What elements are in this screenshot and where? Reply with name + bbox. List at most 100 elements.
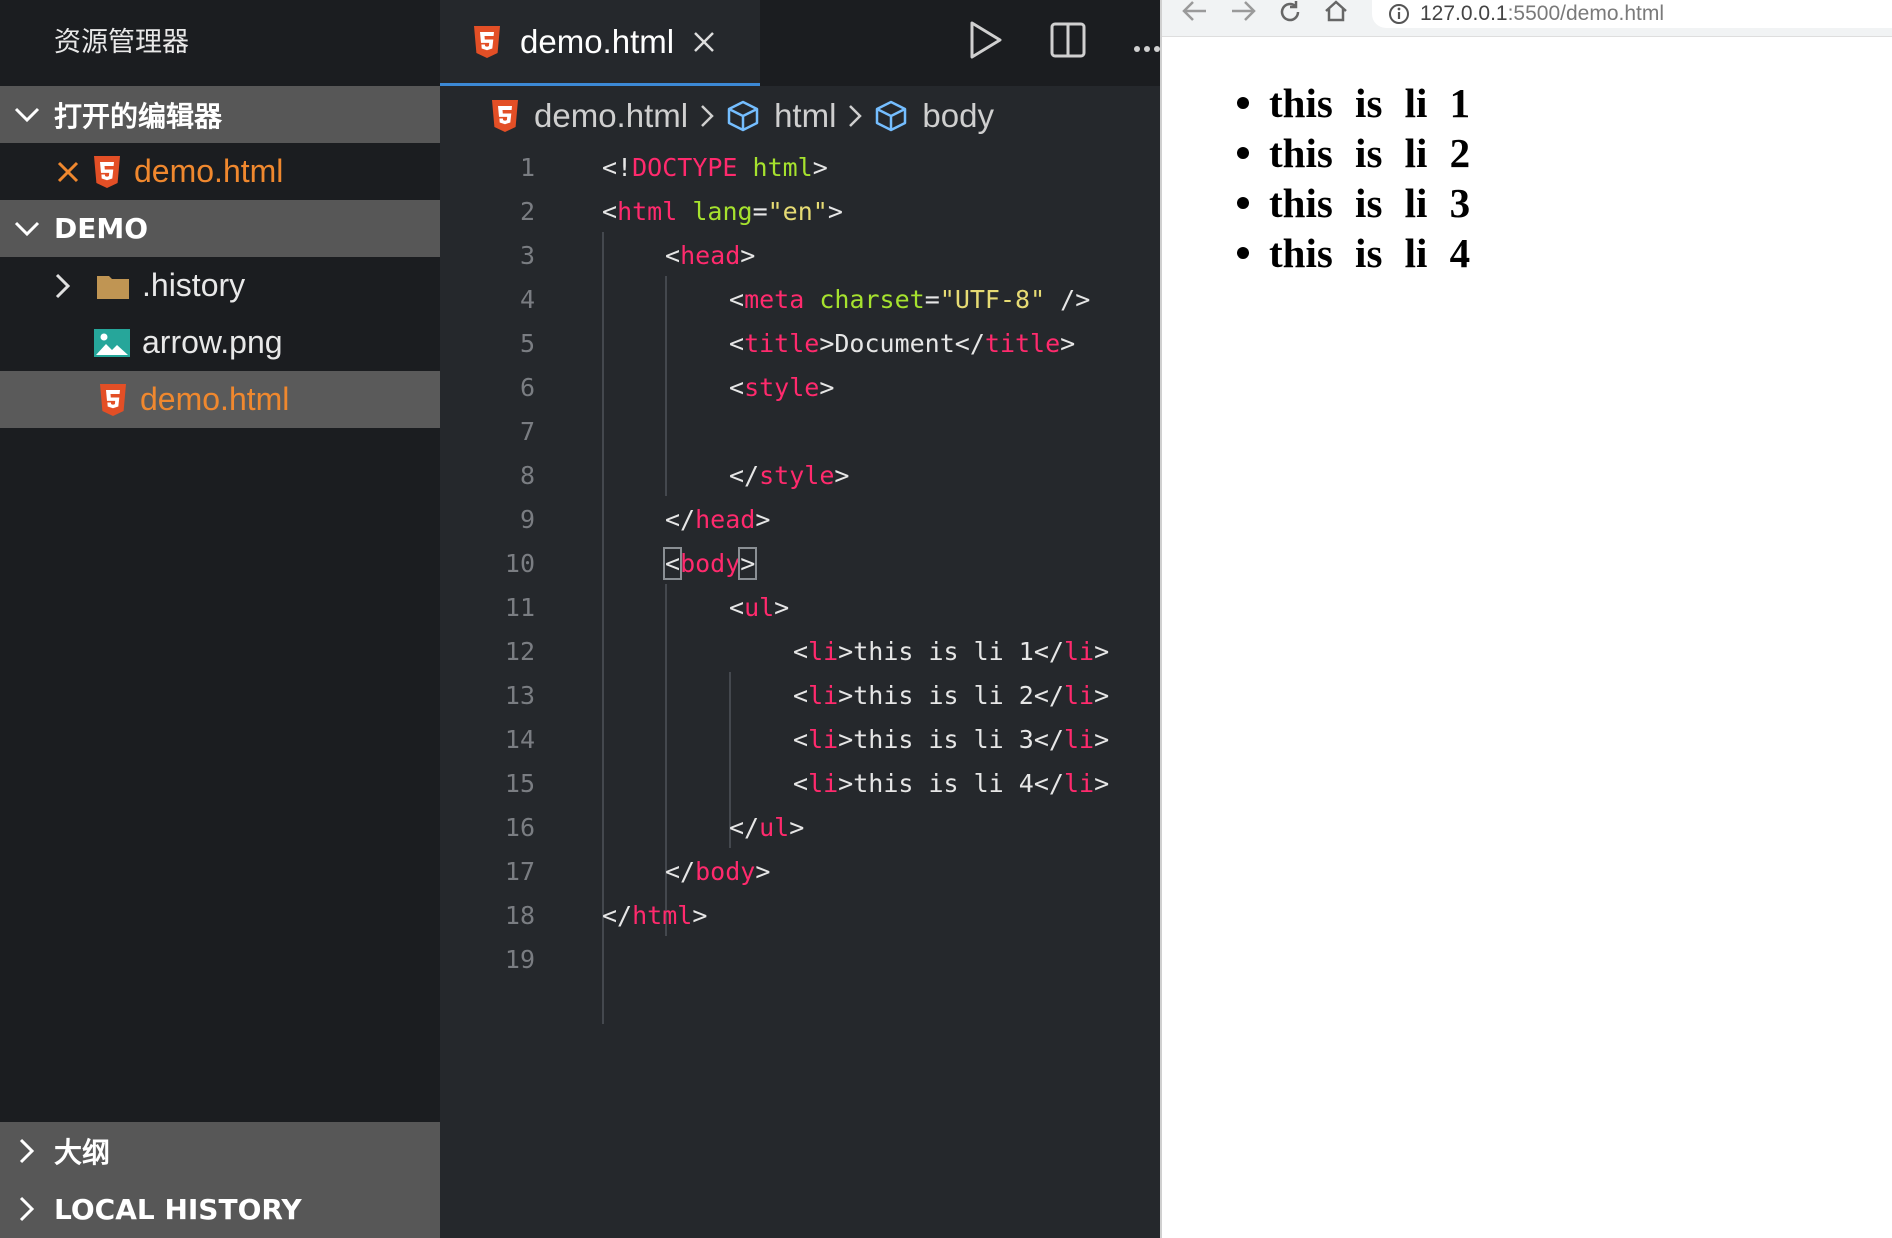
demo-folder-label: DEMO [54, 212, 149, 245]
html5-file-icon [472, 25, 502, 59]
token: > [755, 857, 771, 886]
token: "en" [767, 197, 828, 226]
symbol-cube-icon [726, 100, 760, 132]
token: > [834, 461, 850, 490]
token: > [1094, 725, 1110, 754]
list-item: this is li 2 [1237, 128, 1470, 178]
code-line: 11 <ul> [440, 586, 1160, 630]
line-number: 10 [504, 549, 535, 578]
code-text: <li>this is li 1</li> [793, 630, 1109, 674]
bullet [1237, 197, 1249, 209]
list-item: this is li 1 [1237, 78, 1470, 128]
code-text: <li>this is li 3</li> [793, 718, 1109, 762]
code-line: 7 [440, 410, 1160, 454]
token: head [680, 241, 741, 270]
list-item-text: this is li 2 [1269, 130, 1471, 176]
demo-folder-header[interactable]: DEMO [0, 200, 440, 257]
token: > [692, 901, 708, 930]
breadcrumb-body[interactable]: body [922, 97, 994, 135]
tree-item-history[interactable]: .history [0, 257, 440, 314]
token: li [808, 681, 839, 710]
tree-item-demo-html[interactable]: demo.html [0, 371, 440, 428]
token: title [744, 329, 820, 358]
code-text: </body> [665, 850, 770, 894]
token: html [752, 153, 813, 182]
list-item: this is li 3 [1237, 178, 1470, 228]
code-line: 2 <html lang="en"> [440, 190, 1160, 234]
more-actions-icon[interactable] [1134, 38, 1160, 57]
code-text: <!DOCTYPE html> [602, 146, 828, 190]
code-text: </style> [729, 454, 849, 498]
token: style [759, 461, 835, 490]
line-number: 11 [504, 593, 535, 622]
tree-item-label: demo.html [140, 381, 290, 417]
token: = [924, 285, 940, 314]
token: < [729, 593, 745, 622]
local-history-label: LOCAL HISTORY [54, 1192, 302, 1226]
tree-item-arrow-png[interactable]: arrow.png [0, 314, 440, 371]
editor-tabbar: demo.html [440, 0, 1160, 86]
token: < [793, 769, 809, 798]
token: > [1094, 769, 1110, 798]
token: li [808, 637, 839, 666]
info-icon[interactable] [1388, 3, 1410, 25]
close-icon[interactable] [692, 30, 716, 54]
token: /> [1045, 285, 1091, 314]
token: >this is li 3</ [838, 725, 1064, 754]
code-line: 15 <li>this is li 4</li> [440, 762, 1160, 806]
token: < [602, 197, 618, 226]
token: < [793, 637, 809, 666]
code-line: 12 <li>this is li 1</li> [440, 630, 1160, 674]
line-number: 18 [504, 901, 535, 930]
bullet [1237, 247, 1249, 259]
token: </ [729, 461, 760, 490]
symbol-cube-icon [874, 100, 908, 132]
home-icon[interactable] [1324, 0, 1348, 26]
outline-header[interactable]: 大纲 [0, 1122, 440, 1180]
close-icon[interactable] [56, 160, 80, 184]
token: > [819, 373, 835, 402]
token: li [1063, 769, 1095, 798]
code-area[interactable]: 1 <!DOCTYPE html> 2 <html lang="en"> 3 <… [440, 146, 1160, 1024]
chevron-right-icon [848, 104, 863, 128]
folder-icon [96, 272, 130, 300]
code-text: <ul> [729, 586, 789, 630]
list-item: this is li 4 [1237, 228, 1470, 278]
token: > [740, 241, 756, 270]
line-number: 8 [519, 461, 535, 490]
code-line: 19 [440, 938, 1160, 982]
open-editors-header[interactable]: 打开的编辑器 [0, 86, 440, 143]
rendered-list: this is li 1 this is li 2 this is li 3 t… [1237, 78, 1470, 278]
split-editor-icon[interactable] [1050, 20, 1086, 64]
back-icon[interactable] [1182, 0, 1208, 26]
chevron-down-icon [0, 106, 54, 124]
breadcrumb-html[interactable]: html [774, 97, 836, 135]
code-text: </html> [602, 894, 707, 938]
run-icon[interactable] [968, 20, 1004, 64]
bullet [1237, 147, 1249, 159]
line-number: 2 [519, 197, 535, 226]
line-number: 15 [504, 769, 535, 798]
forward-icon[interactable] [1230, 0, 1256, 26]
token: > [812, 153, 828, 182]
reload-icon[interactable] [1278, 0, 1302, 28]
chevron-right-icon [54, 272, 72, 300]
url-host: 127.0.0.1 [1420, 2, 1508, 25]
token: DOCTYPE [632, 153, 738, 182]
list-item-text: this is li 4 [1269, 230, 1471, 276]
local-history-header[interactable]: LOCAL HISTORY [0, 1180, 440, 1238]
breadcrumb: demo.html html body [440, 86, 1160, 146]
token: </ [665, 505, 696, 534]
matched-bracket: < [662, 547, 683, 580]
open-editor-item[interactable]: demo.html [0, 143, 440, 200]
address-bar[interactable]: 127.0.0.1:5500/demo.html [1372, 0, 1892, 28]
breadcrumb-file[interactable]: demo.html [534, 97, 688, 135]
token: > [789, 813, 805, 842]
open-editors-label: 打开的编辑器 [54, 99, 223, 133]
token: >this is li 1</ [838, 637, 1064, 666]
editor-tab-demo-html[interactable]: demo.html [440, 0, 760, 86]
code-line: 6 <style> [440, 366, 1160, 410]
